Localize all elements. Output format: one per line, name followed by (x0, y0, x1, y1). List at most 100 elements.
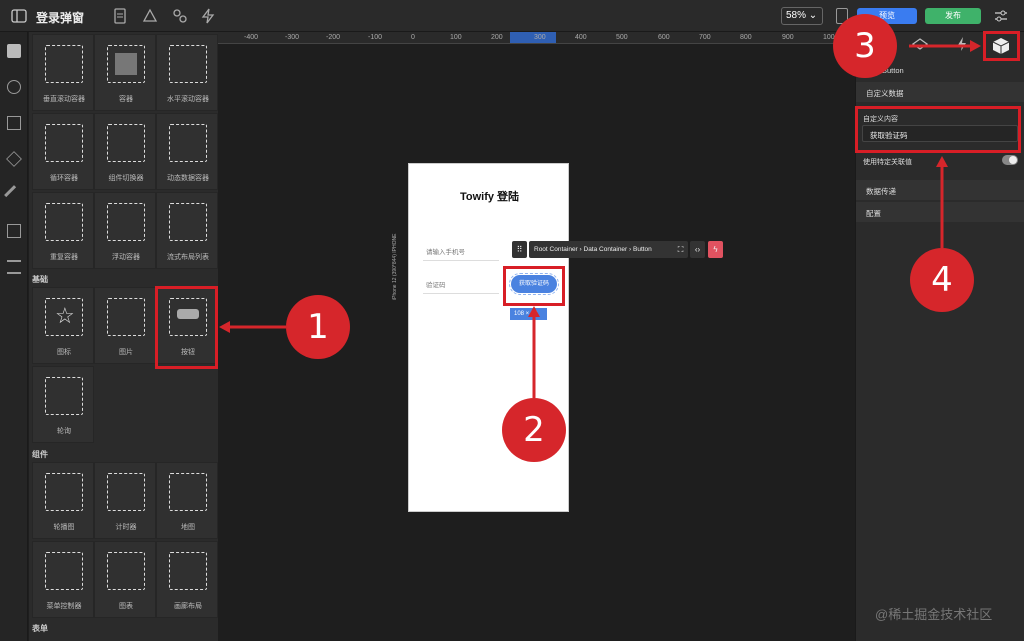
plugins-icon[interactable] (172, 8, 188, 24)
annotation-step-1: 1 (286, 295, 350, 359)
component-floating-container[interactable]: 浮动容器 (94, 192, 156, 269)
component-label: 画廊布局 (174, 603, 202, 610)
lightning-icon[interactable] (953, 36, 971, 52)
component-label: 图标 (57, 349, 71, 356)
component-label: 地图 (181, 524, 195, 531)
zoom-select[interactable]: 58% ⌄ (781, 7, 823, 25)
publish-button[interactable]: 发布 (925, 8, 981, 24)
container-icon (107, 45, 145, 83)
specific-value-label: 使用特定关联值 (863, 159, 912, 166)
code-input[interactable]: 验证码 (426, 279, 446, 289)
selection-toolbar: ⠿ Root Container › Data Container › Butt… (512, 241, 723, 258)
list-icon[interactable] (7, 260, 21, 274)
component-menu-controller[interactable]: 菜单控制器 (32, 541, 94, 618)
ruler-tick: 900 (782, 34, 794, 41)
ruler-tick: -200 (326, 34, 341, 41)
floating-container-icon (107, 203, 145, 241)
repeat-container-icon (45, 203, 83, 241)
document-icon[interactable] (112, 8, 128, 24)
ruler-selection-highlight (510, 32, 556, 43)
section-custom-data[interactable]: 自定义数据 (856, 82, 1024, 102)
brush-icon[interactable] (4, 185, 24, 205)
components-cube-icon[interactable] (7, 44, 21, 58)
component-label: 垂直滚动容器 (43, 96, 85, 103)
component-image[interactable]: 图片 (94, 287, 156, 364)
component-vertical-scroll[interactable]: 垂直滚动容器 (32, 34, 94, 111)
ruler-tick: 0 (411, 34, 415, 41)
star-icon: ☆ (45, 298, 83, 336)
left-icon-rail (0, 32, 28, 641)
section-components: 组件 (32, 450, 48, 459)
carousel-icon (45, 473, 83, 511)
drive-icon[interactable] (142, 8, 158, 24)
size-badge: 108 × 30 (510, 308, 547, 320)
lightning-icon[interactable]: ϟ (708, 241, 723, 258)
section-basic: 基础 (32, 275, 48, 284)
phone-input[interactable]: 请输入手机号 (426, 246, 465, 256)
component-horizontal-scroll[interactable]: 水平滚动容器 (156, 34, 218, 111)
component-label: 图片 (119, 349, 133, 356)
component-container[interactable]: 容器 (94, 34, 156, 111)
component-gallery[interactable]: 画廊布局 (156, 541, 218, 618)
style-icon[interactable] (911, 36, 929, 52)
component-label: 浮动容器 (112, 254, 140, 261)
component-label: 菜单控制器 (46, 603, 82, 610)
section-config[interactable]: 配置 (856, 202, 1024, 222)
specific-value-toggle[interactable] (1002, 155, 1018, 165)
component-carousel-poll[interactable]: 轮询 (32, 366, 94, 443)
component-label: 轮播图 (53, 524, 75, 531)
layers-icon[interactable] (6, 151, 22, 167)
component-label: 循环容器 (50, 175, 78, 182)
component-chart[interactable]: 图表 (94, 541, 156, 618)
settings-sliders-icon[interactable] (993, 8, 1009, 24)
ruler-tick: 300 (534, 34, 546, 41)
page-title: 登录弹窗 (36, 11, 85, 25)
lightning-icon[interactable] (200, 8, 216, 24)
component-label: 轮询 (57, 428, 71, 435)
ruler-tick: -300 (285, 34, 300, 41)
component-icon[interactable]: ☆ 图标 (32, 287, 94, 364)
device-label: iPhone 12 (390*844) IPHONE (392, 233, 398, 300)
component-repeat-container[interactable]: 重复容器 (32, 192, 94, 269)
component-timer[interactable]: 计时器 (94, 462, 156, 539)
ruler-tick: 500 (616, 34, 628, 41)
highlight-custom-content (855, 106, 1021, 153)
annotation-step-3: 3 (833, 14, 897, 78)
component-map[interactable]: 地图 (156, 462, 218, 539)
highlight-button-component (155, 286, 218, 369)
component-label: 水平滚动容器 (167, 96, 209, 103)
assets-icon[interactable] (7, 80, 21, 94)
annotation-step-2: 2 (502, 398, 566, 462)
component-flow-list[interactable]: 流式布局列表 (156, 192, 218, 269)
timer-icon (107, 473, 145, 511)
code-icon[interactable]: ‹› (690, 241, 705, 258)
input-underline (423, 260, 499, 261)
component-dynamic-container[interactable]: 动态数据容器 (156, 113, 218, 190)
vertical-scroll-icon (45, 45, 83, 83)
component-switcher[interactable]: 组件切换器 (94, 113, 156, 190)
layout-icon[interactable] (7, 116, 21, 130)
pages-icon[interactable] (7, 224, 21, 238)
fullscreen-icon[interactable]: ⛶ (673, 241, 688, 258)
ruler-tick: 600 (658, 34, 670, 41)
drag-handle-icon[interactable]: ⠿ (512, 241, 527, 258)
login-title: Towify 登陆 (459, 191, 520, 203)
menu-controller-icon (45, 552, 83, 590)
chevron-down-icon: ⌄ (808, 10, 818, 21)
image-icon (107, 298, 145, 336)
horizontal-ruler: -400 -300 -200 -100 0 100 200 300 400 50… (218, 32, 855, 44)
breadcrumb[interactable]: Root Container › Data Container › Button (529, 241, 681, 258)
component-loop-container[interactable]: 循环容器 (32, 113, 94, 190)
component-carousel[interactable]: 轮播图 (32, 462, 94, 539)
section-data-pass[interactable]: 数据传递 (856, 180, 1024, 200)
component-label: 流式布局列表 (167, 254, 209, 261)
component-label: 动态数据容器 (167, 175, 209, 182)
component-cube-icon[interactable] (985, 34, 1017, 58)
annotation-step-4: 4 (910, 248, 974, 312)
watermark: @稀土掘金技术社区 (875, 607, 993, 622)
component-label: 计时器 (115, 524, 137, 531)
sidebar-toggle-icon[interactable] (11, 8, 27, 24)
highlight-canvas-button (503, 266, 565, 306)
ruler-tick: -400 (244, 34, 259, 41)
gallery-icon (169, 552, 207, 590)
